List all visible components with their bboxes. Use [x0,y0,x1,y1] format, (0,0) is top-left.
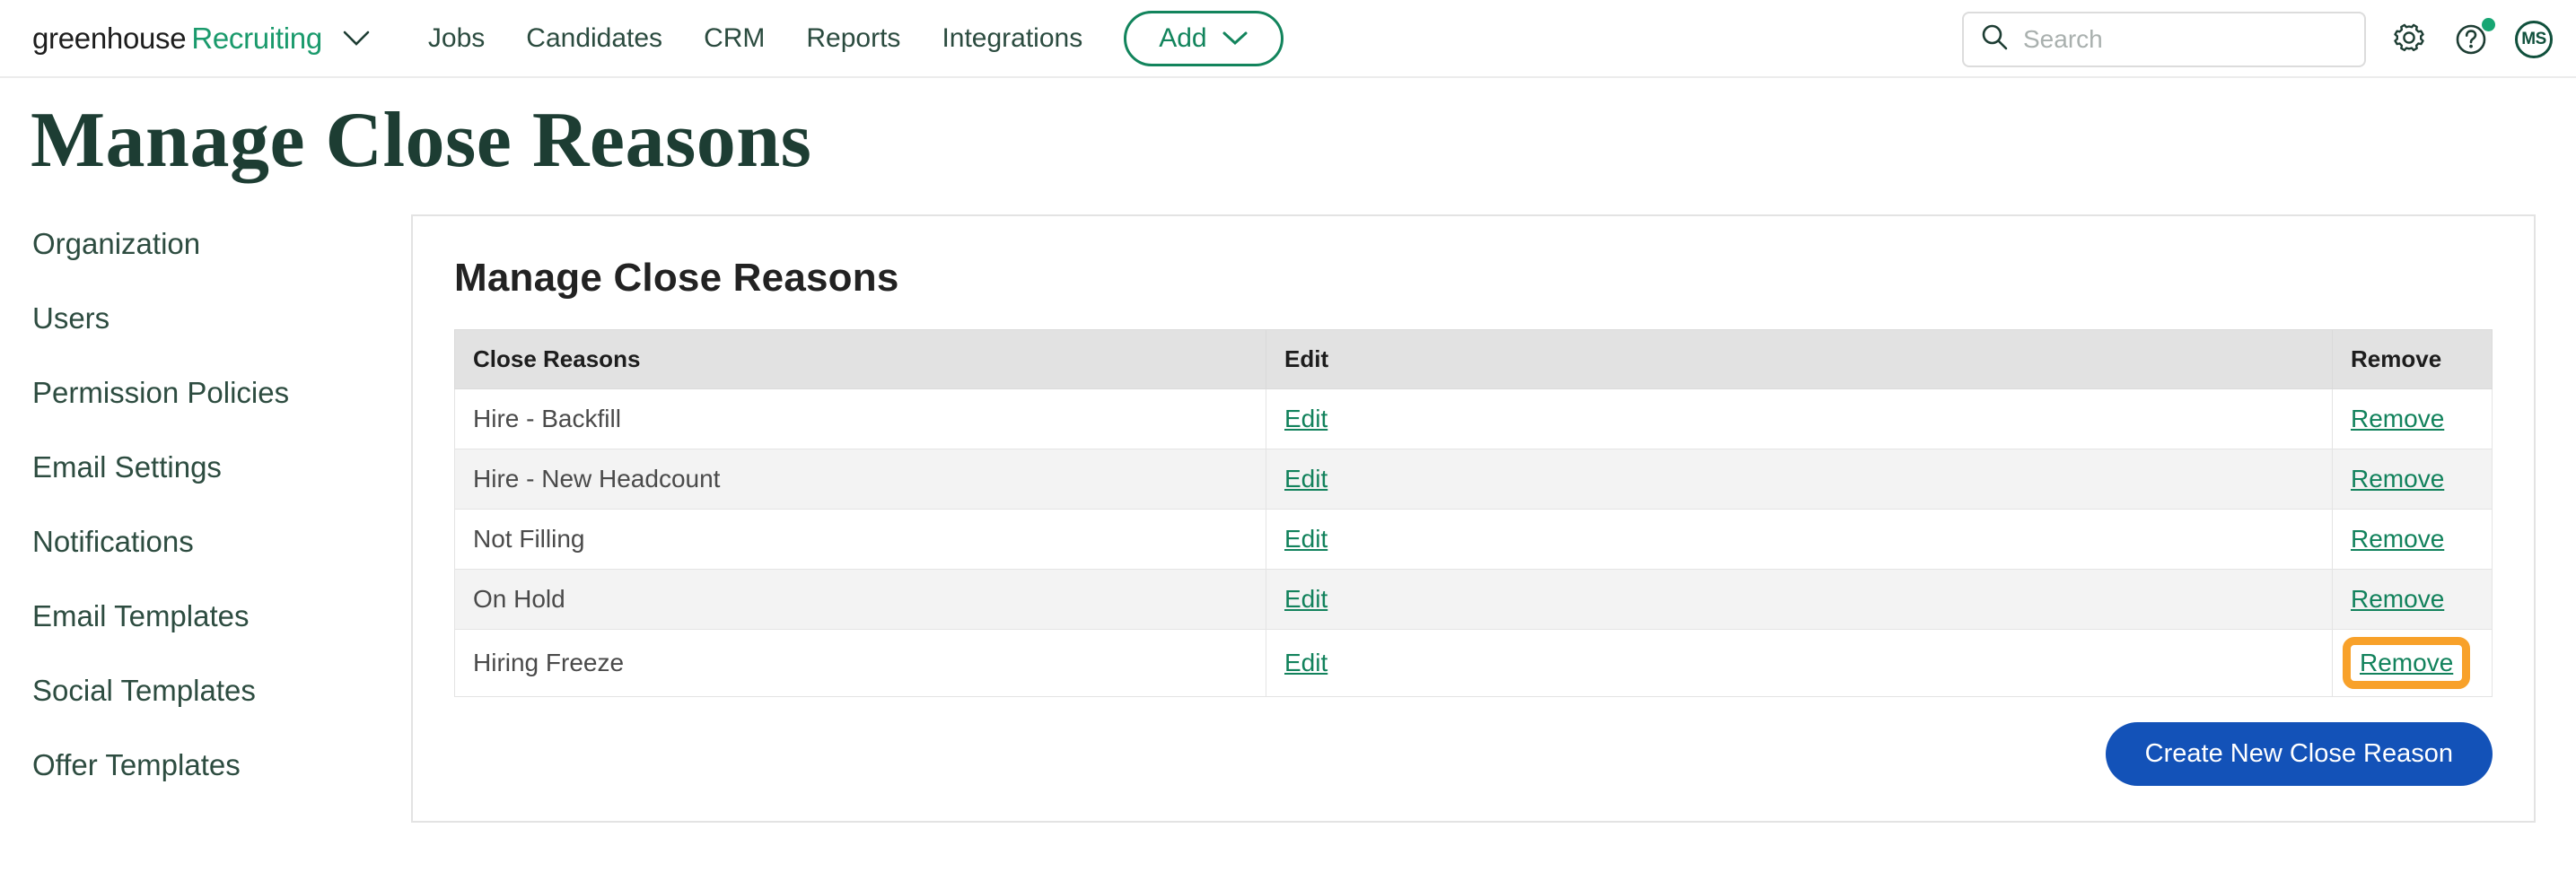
chevron-down-icon [1222,23,1249,54]
column-header-remove: Remove [2333,330,2493,389]
remove-link[interactable]: Remove [2351,585,2444,613]
cell-close-reason: Hire - New Headcount [455,449,1266,510]
avatar-initials: MS [2521,30,2546,49]
notification-dot [2482,18,2495,31]
chevron-down-icon[interactable] [342,30,371,48]
edit-link[interactable]: Edit [1284,405,1327,432]
sidebar-item-users[interactable]: Users [32,301,411,336]
nav-item-crm[interactable]: CRM [704,23,765,54]
sidebar-item-social-templates[interactable]: Social Templates [32,674,411,708]
edit-link[interactable]: Edit [1284,649,1327,676]
brand-logo[interactable]: greenhouse Recruiting [32,22,371,56]
cell-remove: Remove [2333,449,2493,510]
help-icon[interactable] [2452,20,2492,59]
sidebar-item-email-templates[interactable]: Email Templates [32,599,411,633]
edit-link[interactable]: Edit [1284,525,1327,553]
highlight-box: Remove [2351,645,2462,681]
nav-item-reports[interactable]: Reports [806,23,900,54]
remove-link[interactable]: Remove [2351,525,2444,553]
page-body: Organization Users Permission Policies E… [0,214,2576,823]
sidebar-item-email-settings[interactable]: Email Settings [32,450,411,484]
sidebar-item-notifications[interactable]: Notifications [32,525,411,559]
column-header-close-reasons: Close Reasons [455,330,1266,389]
nav-item-jobs[interactable]: Jobs [428,23,485,54]
sidebar-item-organization[interactable]: Organization [32,227,411,261]
table-row: Not Filling Edit Remove [455,510,2493,570]
top-navigation-bar: greenhouse Recruiting Jobs Candidates CR… [0,0,2576,78]
table-body: Hire - Backfill Edit Remove Hire - New H… [455,389,2493,697]
close-reasons-card: Manage Close Reasons Close Reasons Edit … [411,214,2536,823]
page-title: Manage Close Reasons [31,100,2576,182]
cell-edit: Edit [1266,449,2333,510]
add-button[interactable]: Add [1124,11,1283,66]
card-title: Manage Close Reasons [454,256,2493,301]
remove-link[interactable]: Remove [2351,465,2444,493]
nav-item-integrations[interactable]: Integrations [942,23,1082,54]
gear-icon[interactable] [2389,20,2429,59]
card-footer: Create New Close Reason [454,722,2493,786]
cell-edit: Edit [1266,389,2333,449]
add-button-label: Add [1159,23,1206,54]
cell-edit: Edit [1266,570,2333,630]
cell-remove: Remove [2333,570,2493,630]
nav-right-controls: MS [1962,0,2553,78]
search-box[interactable] [1962,12,2366,67]
sidebar-item-permission-policies[interactable]: Permission Policies [32,376,411,410]
settings-sidebar: Organization Users Permission Policies E… [0,214,411,823]
edit-link[interactable]: Edit [1284,465,1327,493]
cell-edit: Edit [1266,630,2333,697]
table-header-row: Close Reasons Edit Remove [455,330,2493,389]
brand-product: Recruiting [191,22,322,56]
table-row: Hire - New Headcount Edit Remove [455,449,2493,510]
cell-close-reason: Hire - Backfill [455,389,1266,449]
cell-edit: Edit [1266,510,2333,570]
cell-remove: Remove [2333,630,2493,697]
column-header-edit: Edit [1266,330,2333,389]
table-header: Close Reasons Edit Remove [455,330,2493,389]
sidebar-item-offer-templates[interactable]: Offer Templates [32,748,411,782]
table-row: Hire - Backfill Edit Remove [455,389,2493,449]
search-icon [1980,22,2009,56]
create-new-close-reason-button[interactable]: Create New Close Reason [2106,722,2493,786]
remove-link[interactable]: Remove [2351,405,2444,432]
nav-item-candidates[interactable]: Candidates [526,23,662,54]
remove-link-highlighted[interactable]: Remove [2360,649,2453,676]
cell-remove: Remove [2333,510,2493,570]
search-input[interactable] [2023,25,2348,54]
cell-close-reason: Not Filling [455,510,1266,570]
cell-close-reason: Hiring Freeze [455,630,1266,697]
table-row: Hiring Freeze Edit Remove [455,630,2493,697]
table-row: On Hold Edit Remove [455,570,2493,630]
edit-link[interactable]: Edit [1284,585,1327,613]
main-nav-links: Jobs Candidates CRM Reports Integrations [428,23,1082,54]
cell-remove: Remove [2333,389,2493,449]
avatar[interactable]: MS [2515,21,2553,58]
cell-close-reason: On Hold [455,570,1266,630]
brand-name: greenhouse [32,22,186,56]
close-reasons-table: Close Reasons Edit Remove Hire - Backfil… [454,329,2493,697]
